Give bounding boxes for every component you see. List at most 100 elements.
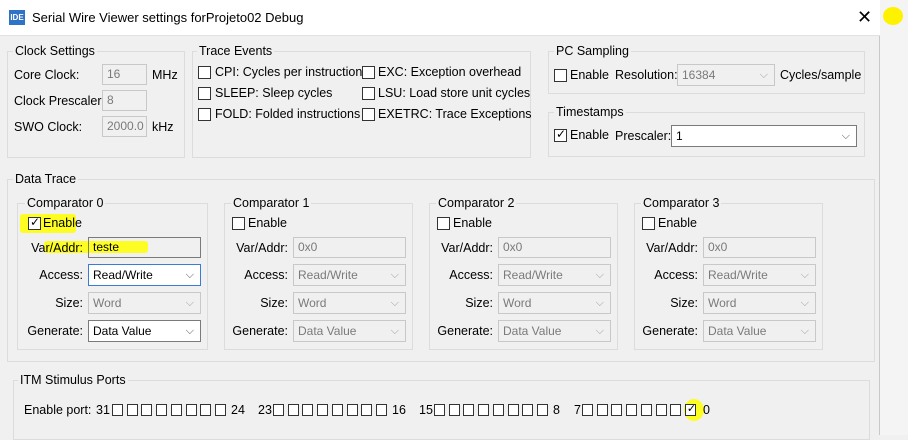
itm-port-12-checkbox[interactable] <box>478 404 490 416</box>
itm-port-19-checkbox[interactable] <box>331 404 343 416</box>
comparator-0-generate-select[interactable]: Data Value ⌵ <box>88 320 201 342</box>
comparator-1-var-input[interactable]: 0x0 <box>293 237 406 258</box>
core-clock-label: Core Clock: <box>14 68 80 82</box>
comparator-3-size-value: Word <box>708 296 737 310</box>
close-icon[interactable]: ✕ <box>857 7 872 27</box>
itm-port-0-checkbox[interactable] <box>684 402 696 416</box>
chevron-down-icon: ⌵ <box>800 325 809 337</box>
itm-port-7-checkbox[interactable] <box>582 404 593 416</box>
exc-label: EXC: Exception overhead <box>378 65 522 79</box>
pc-sampling-enable-checkbox[interactable] <box>554 69 567 82</box>
itm-port-21-checkbox[interactable] <box>302 404 314 416</box>
port-group-3-low: 8 <box>553 403 560 417</box>
comparator-1-access-label: Access: <box>244 268 288 282</box>
cycles-sample-label: Cycles/sample <box>780 68 862 82</box>
chevron-down-icon: ⌵ <box>390 297 399 309</box>
comparator-2-access-select[interactable]: Read/Write ⌵ <box>498 264 611 286</box>
itm-stimulus-label: ITM Stimulus Ports <box>18 373 128 387</box>
itm-port-10-checkbox[interactable] <box>507 404 519 416</box>
itm-port-18-checkbox[interactable] <box>346 404 358 416</box>
sleep-checkbox[interactable] <box>198 87 211 100</box>
itm-port-27-checkbox[interactable] <box>170 404 182 416</box>
comparator-1-size-label: Size: <box>260 296 288 310</box>
resolution-select[interactable]: 16384 ⌵ <box>677 64 775 86</box>
clock-settings-label: Clock Settings <box>13 44 97 58</box>
comparator-1-access-select[interactable]: Read/Write ⌵ <box>293 264 406 286</box>
cpi-checkbox[interactable] <box>198 66 211 79</box>
comparator-1-generate-select[interactable]: Data Value ⌵ <box>293 320 406 342</box>
itm-port-8-checkbox[interactable] <box>536 404 548 416</box>
itm-port-9-checkbox[interactable] <box>522 404 534 416</box>
chevron-down-icon: ⌵ <box>800 297 809 309</box>
comparator-2-var-input[interactable]: 0x0 <box>498 237 611 258</box>
comparator-0-title: Comparator 0 <box>25 196 106 210</box>
itm-port-22-checkbox[interactable] <box>287 404 299 416</box>
comparator-0-enable-checkbox[interactable] <box>28 215 41 230</box>
comparator-2-size-select[interactable]: Word ⌵ <box>498 292 611 314</box>
timestamps-label: Timestamps <box>554 105 626 119</box>
chevron-down-icon: ⌵ <box>841 130 850 142</box>
comparator-2-generate-select[interactable]: Data Value ⌵ <box>498 320 611 342</box>
comparator-2-enable-checkbox[interactable] <box>437 217 450 230</box>
itm-port-13-checkbox[interactable] <box>463 404 475 416</box>
clock-prescaler-field: 8 <box>102 90 147 111</box>
itm-port-26-checkbox[interactable] <box>185 404 197 416</box>
exetrc-checkbox[interactable] <box>362 108 375 121</box>
exc-checkbox[interactable] <box>362 66 375 79</box>
comparator-1-size-select[interactable]: Word ⌵ <box>293 292 406 314</box>
itm-port-30-checkbox[interactable] <box>126 404 138 416</box>
itm-port-29-checkbox[interactable] <box>141 404 153 416</box>
comparator-3-access-label: Access: <box>654 268 698 282</box>
timestamp-prescaler-label: Prescaler: <box>615 129 672 143</box>
lsu-checkbox[interactable] <box>362 87 375 100</box>
comparator-0-access-value: Read/Write <box>93 268 153 282</box>
comparator-0-var-input[interactable]: teste <box>88 237 201 258</box>
comparator-2-generate-value: Data Value <box>503 324 562 338</box>
swo-clock-label: SWO Clock: <box>14 120 83 134</box>
itm-port-14-checkbox[interactable] <box>448 404 460 416</box>
itm-port-23-checkbox[interactable] <box>273 404 284 416</box>
itm-port-2-checkbox[interactable] <box>655 404 667 416</box>
itm-port-4-checkbox[interactable] <box>626 404 638 416</box>
itm-port-11-checkbox[interactable] <box>492 404 504 416</box>
itm-port-24-checkbox[interactable] <box>214 404 226 416</box>
itm-port-28-checkbox[interactable] <box>156 404 168 416</box>
comparator-3-generate-label: Generate: <box>642 324 698 338</box>
itm-port-5-checkbox[interactable] <box>611 404 623 416</box>
clock-prescaler-label: Clock Prescaler: <box>14 94 105 108</box>
comparator-0-access-select[interactable]: Read/Write ⌵ <box>88 264 201 286</box>
swo-clock-field: 2000.0 <box>102 116 147 137</box>
itm-port-17-checkbox[interactable] <box>361 404 373 416</box>
comparator-2-size-value: Word <box>503 296 532 310</box>
itm-port-6-checkbox[interactable] <box>596 404 608 416</box>
itm-port-15-checkbox[interactable] <box>434 404 445 416</box>
comparator-3-size-select[interactable]: Word ⌵ <box>703 292 816 314</box>
comparator-3-var-input[interactable]: 0x0 <box>703 237 816 258</box>
comparator-3-enable-checkbox[interactable] <box>642 217 655 230</box>
comparator-3-enable-label: Enable <box>658 216 697 230</box>
itm-port-20-checkbox[interactable] <box>317 404 329 416</box>
comparator-3-access-select[interactable]: Read/Write ⌵ <box>703 264 816 286</box>
pc-sampling-enable-label: Enable <box>570 68 609 82</box>
comparator-2-generate-label: Generate: <box>437 324 493 338</box>
comparator-0-generate-label: Generate: <box>27 324 83 338</box>
port-group-4-high: 7 <box>574 403 581 417</box>
itm-port-3-checkbox[interactable] <box>640 404 652 416</box>
itm-port-16-checkbox[interactable] <box>375 404 387 416</box>
comparator-1-enable-checkbox[interactable] <box>232 217 245 230</box>
fold-checkbox[interactable] <box>198 108 211 121</box>
timestamp-prescaler-select[interactable]: 1 ⌵ <box>671 125 857 147</box>
port-checkboxes-15-8 <box>434 404 552 418</box>
resolution-value: 16384 <box>682 68 716 82</box>
timestamps-enable-checkbox[interactable] <box>554 127 567 142</box>
itm-port-31-checkbox[interactable] <box>112 404 123 416</box>
comparator-3-var-label: Var/Addr: <box>646 241 698 255</box>
comparator-0-size-select[interactable]: Word ⌵ <box>88 292 201 314</box>
itm-port-25-checkbox[interactable] <box>200 404 212 416</box>
comparator-3-generate-select[interactable]: Data Value ⌵ <box>703 320 816 342</box>
comparator-0-access-label: Access: <box>39 268 83 282</box>
enable-port-label: Enable port: <box>24 403 92 417</box>
itm-port-1-checkbox[interactable] <box>670 404 682 416</box>
comparator-1-enable-label: Enable <box>248 216 287 230</box>
comparator-3-generate-value: Data Value <box>708 324 767 338</box>
